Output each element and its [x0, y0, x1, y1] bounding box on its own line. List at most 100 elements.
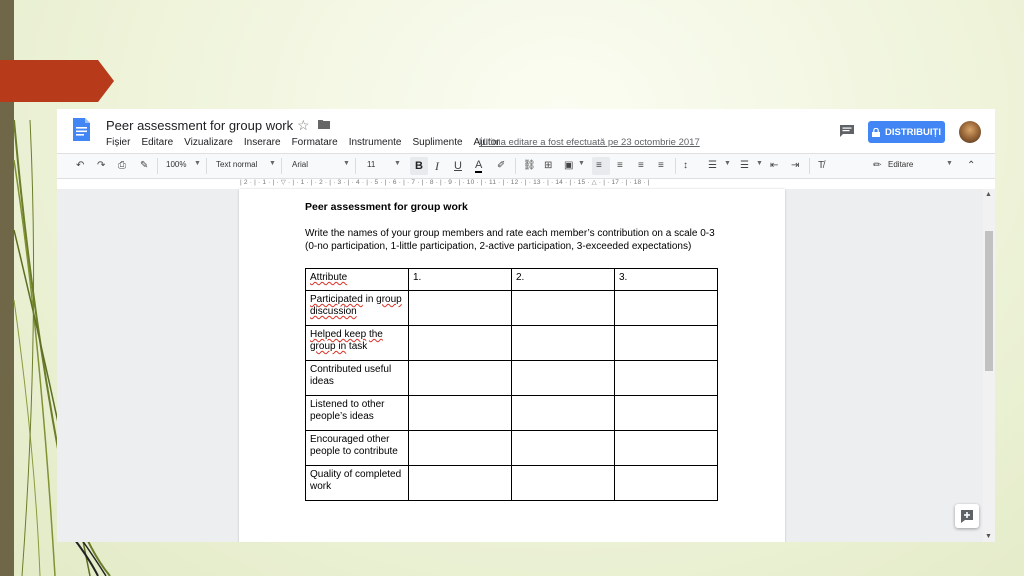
mode-caret-icon: ▼ [946, 160, 953, 167]
table-header-cell[interactable]: 1. [408, 268, 512, 291]
image-caret-icon: ▼ [578, 160, 585, 167]
underline-button[interactable]: U [454, 159, 462, 173]
menu-file[interactable]: Fișier [106, 137, 130, 148]
rating-cell[interactable] [511, 395, 615, 431]
table-header-cell[interactable]: 2. [511, 268, 615, 291]
menu-addons[interactable]: Suplimente [413, 137, 463, 148]
menu-bar: Fișier Editare Vizualizare Inserare Form… [106, 137, 511, 148]
instructions-paragraph: Write the names of your group members an… [305, 228, 715, 252]
attribute-text: task [346, 341, 368, 352]
page-heading: Peer assessment for group work [305, 201, 468, 213]
rating-cell[interactable] [408, 465, 512, 501]
rating-cell[interactable] [408, 395, 512, 431]
vertical-scrollbar[interactable]: ▲ ▼ [983, 189, 995, 542]
undo-icon[interactable]: ↶ [76, 159, 84, 173]
rating-cell[interactable] [614, 360, 718, 396]
star-icon[interactable]: ☆ [297, 117, 310, 134]
document-page[interactable]: Peer assessment for group work Write the… [239, 189, 785, 542]
align-right-icon[interactable]: ≡ [638, 159, 644, 173]
style-caret-icon: ▼ [269, 160, 276, 167]
link-icon[interactable]: ⛓ [523, 159, 536, 173]
comment-icon[interactable] [840, 125, 854, 137]
scroll-thumb[interactable] [985, 231, 993, 371]
align-center-icon[interactable]: ≡ [617, 159, 623, 173]
spellcheck-word: Helped keep [310, 329, 367, 340]
font-caret-icon: ▼ [343, 160, 350, 167]
last-edit-link[interactable]: Ultima editare a fost efectuată pe 23 oc… [479, 137, 700, 148]
rating-cell[interactable] [614, 325, 718, 361]
add-comment-icon[interactable]: ⊞ [544, 159, 552, 173]
bulleted-list-icon[interactable]: ☰ [740, 159, 749, 173]
share-button[interactable]: DISTRIBUIȚI [868, 121, 945, 143]
menu-tools[interactable]: Instrumente [349, 137, 402, 148]
attribute-cell[interactable]: Participated in group discussion [305, 290, 409, 326]
scroll-up-icon[interactable]: ▲ [985, 191, 992, 198]
print-icon[interactable]: ⎙ [118, 159, 126, 173]
ruler[interactable]: | 2 · | · 1 · | · ▽ · | · 1 · | · 2 · | … [240, 178, 786, 188]
title-bar: Peer assessment for group work ☆ Fișier … [57, 109, 995, 153]
rating-cell[interactable] [614, 430, 718, 466]
avatar[interactable] [959, 121, 981, 143]
share-label: DISTRIBUIȚI [885, 126, 941, 138]
rating-cell[interactable] [511, 430, 615, 466]
numbered-list-icon[interactable]: ☰ [708, 159, 717, 173]
menu-edit[interactable]: Editare [141, 137, 173, 148]
pencil-icon[interactable]: ✏ [873, 159, 881, 173]
attribute-cell[interactable]: Encouraged other people to contribute [305, 430, 409, 466]
style-select[interactable]: Text normal [216, 160, 257, 169]
formatting-toolbar: ↶ ↷ ⎙ ✎ 100% ▼ Text normal ▼ Arial ▼ 11 … [57, 153, 995, 179]
menu-insert[interactable]: Inserare [244, 137, 281, 148]
font-select[interactable]: Arial [292, 160, 308, 169]
attribute-cell[interactable]: Helped keep the group in task [305, 325, 409, 361]
numbered-caret-icon: ▼ [724, 160, 731, 167]
docs-logo-icon[interactable] [73, 118, 90, 141]
menu-format[interactable]: Formatare [292, 137, 338, 148]
bold-button[interactable]: B [410, 157, 428, 175]
attribute-cell[interactable]: Listened to other people’s ideas [305, 395, 409, 431]
rating-cell[interactable] [614, 465, 718, 501]
folder-icon[interactable] [318, 119, 330, 129]
attribute-cell[interactable]: Quality of completed work [305, 465, 409, 501]
toolbar-divider [157, 158, 158, 174]
redo-icon[interactable]: ↷ [97, 159, 105, 173]
editing-mode-select[interactable]: Editare [888, 160, 913, 169]
insert-image-icon[interactable]: ▣ [564, 159, 573, 173]
rating-cell[interactable] [408, 430, 512, 466]
paint-format-icon[interactable]: ✎ [140, 159, 148, 173]
zoom-select[interactable]: 100% [166, 160, 186, 169]
rating-cell[interactable] [408, 325, 512, 361]
table-header-cell[interactable]: Attribute [305, 268, 409, 291]
add-comment-fab[interactable] [955, 504, 979, 528]
italic-button[interactable]: I [435, 159, 439, 173]
toolbar-divider [206, 158, 207, 174]
menu-view[interactable]: Vizualizare [184, 137, 233, 148]
justify-icon[interactable]: ≡ [658, 159, 664, 173]
text-color-button[interactable]: A [475, 159, 483, 173]
attribute-cell[interactable]: Contributed useful ideas [305, 360, 409, 396]
spellcheck-word: Participated [310, 294, 363, 305]
table-row: Listened to other people’s ideas [305, 395, 718, 431]
rating-cell[interactable] [511, 360, 615, 396]
table-row: Contributed useful ideas [305, 360, 718, 396]
decrease-indent-icon[interactable]: ⇤ [770, 159, 778, 173]
rating-cell[interactable] [614, 290, 718, 326]
clear-formatting-icon[interactable]: T̸ [818, 159, 824, 173]
scroll-down-icon[interactable]: ▼ [985, 533, 992, 540]
lock-icon [872, 127, 881, 137]
document-title[interactable]: Peer assessment for group work [106, 118, 293, 133]
rating-cell[interactable] [614, 395, 718, 431]
collapse-toolbar-icon[interactable]: ⌃ [967, 159, 975, 173]
toolbar-divider [355, 158, 356, 174]
rating-cell[interactable] [408, 290, 512, 326]
rating-cell[interactable] [408, 360, 512, 396]
highlight-icon[interactable]: ✐ [497, 159, 505, 173]
increase-indent-icon[interactable]: ⇥ [791, 159, 799, 173]
rating-cell[interactable] [511, 325, 615, 361]
toolbar-divider [281, 158, 282, 174]
table-header-cell[interactable]: 3. [614, 268, 718, 291]
font-size-select[interactable]: 11 [367, 160, 375, 169]
rating-cell[interactable] [511, 290, 615, 326]
spellcheck-word: discussion [310, 306, 357, 317]
rating-cell[interactable] [511, 465, 615, 501]
line-spacing-icon[interactable]: ↕ [683, 159, 688, 173]
